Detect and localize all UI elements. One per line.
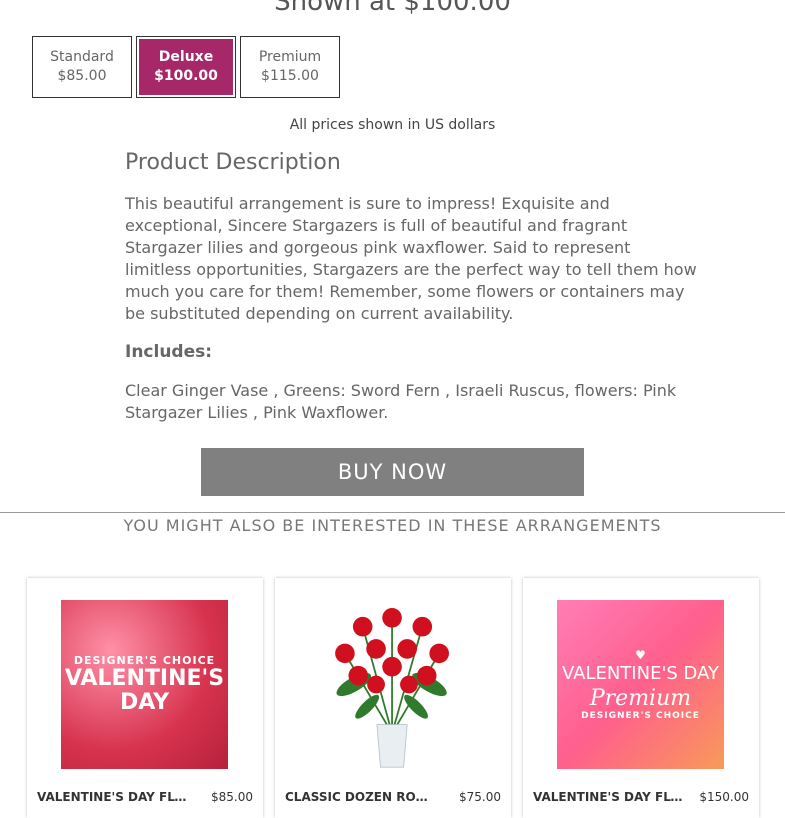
heart-icon: ♥ <box>635 648 646 662</box>
related-card[interactable]: ♥ VALENTINE'S DAY Premium DESIGNER'S CHO… <box>523 578 759 818</box>
page-title: Shown at $100.00 <box>274 0 511 17</box>
image-text: VALENTINE'S <box>64 666 225 691</box>
section-title: Product Description <box>125 150 341 175</box>
product-image[interactable]: ♥ VALENTINE'S DAY Premium DESIGNER'S CHO… <box>557 600 724 769</box>
size-price: $100.00 <box>154 68 218 84</box>
image-text: Premium <box>589 686 692 711</box>
size-price: $115.00 <box>261 68 319 84</box>
related-card[interactable]: DESIGNER'S CHOICE VALENTINE'S DAY VALENT… <box>27 578 263 818</box>
card-name[interactable]: VALENTINE'S DAY FLO... <box>37 790 187 804</box>
card-name[interactable]: VALENTINE'S DAY FLO... <box>533 790 683 804</box>
rose-vase-icon <box>335 608 449 768</box>
image-text: DESIGNER'S CHOICE <box>581 711 700 721</box>
product-description: This beautiful arrangement is sure to im… <box>125 194 697 323</box>
size-options: Standard $85.00 Deluxe $100.00 Premium $… <box>32 36 340 98</box>
image-text: DAY <box>119 690 170 715</box>
size-name: Standard <box>50 49 114 65</box>
image-text: VALENTINE'S DAY <box>561 663 720 684</box>
related-card[interactable]: CLASSIC DOZEN ROSES $75.00 <box>275 578 511 818</box>
card-price: $150.00 <box>699 790 749 804</box>
includes-text: Clear Ginger Vase , Greens: Sword Fern ,… <box>125 381 677 422</box>
divider <box>0 512 785 513</box>
card-price: $75.00 <box>459 790 501 804</box>
size-name: Premium <box>258 49 322 65</box>
size-option-standard[interactable]: Standard $85.00 <box>32 36 132 98</box>
buy-now-button[interactable]: BUY NOW <box>201 448 584 496</box>
size-name: Deluxe <box>158 49 214 65</box>
size-price: $85.00 <box>57 68 107 84</box>
product-image[interactable] <box>309 600 476 769</box>
includes-label: Includes: <box>125 342 213 362</box>
size-option-premium[interactable]: Premium $115.00 <box>240 36 340 98</box>
card-name[interactable]: CLASSIC DOZEN ROSES <box>285 790 435 804</box>
size-option-deluxe[interactable]: Deluxe $100.00 <box>136 36 236 98</box>
product-image[interactable]: DESIGNER'S CHOICE VALENTINE'S DAY <box>61 600 228 769</box>
related-title: YOU MIGHT ALSO BE INTERESTED IN THESE AR… <box>123 516 662 535</box>
card-price: $85.00 <box>211 790 253 804</box>
prices-note: All prices shown in US dollars <box>289 117 496 133</box>
